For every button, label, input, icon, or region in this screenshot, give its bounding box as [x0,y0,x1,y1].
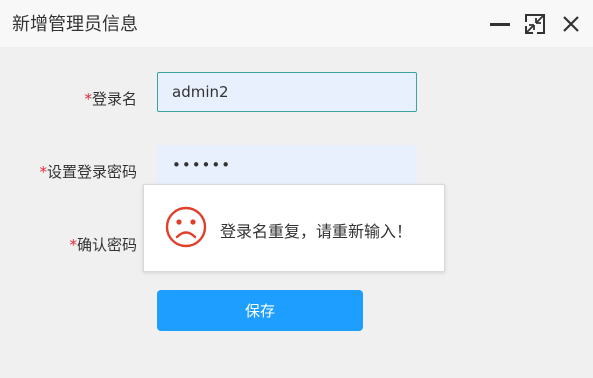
minimize-icon [490,23,510,26]
maximize-icon [525,14,545,34]
username-row: *登录名 [0,72,593,114]
required-mark: * [84,90,92,108]
dialog-titlebar: 新增管理员信息 [0,0,593,47]
confirm-password-label: *确认密码 [69,236,137,254]
close-button[interactable] [560,13,582,35]
admin-dialog: 新增管理员信息 *登录名 *设置登录密码 [0,0,593,378]
save-button[interactable]: 保存 [157,290,363,331]
password-input[interactable] [157,145,417,185]
username-label: *登录名 [84,90,137,108]
required-mark: * [69,236,77,254]
error-toast: 登录名重复，请重新输入！ [143,184,445,272]
close-icon [563,16,579,32]
sad-face-icon [165,206,207,248]
maximize-button[interactable] [524,13,546,35]
minimize-button[interactable] [489,13,511,35]
password-row: *设置登录密码 [0,145,593,187]
required-mark: * [39,163,47,181]
password-label: *设置登录密码 [39,163,137,181]
username-input[interactable] [157,72,417,112]
dialog-title: 新增管理员信息 [12,14,138,35]
toast-message: 登录名重复，请重新输入！ [220,222,413,241]
